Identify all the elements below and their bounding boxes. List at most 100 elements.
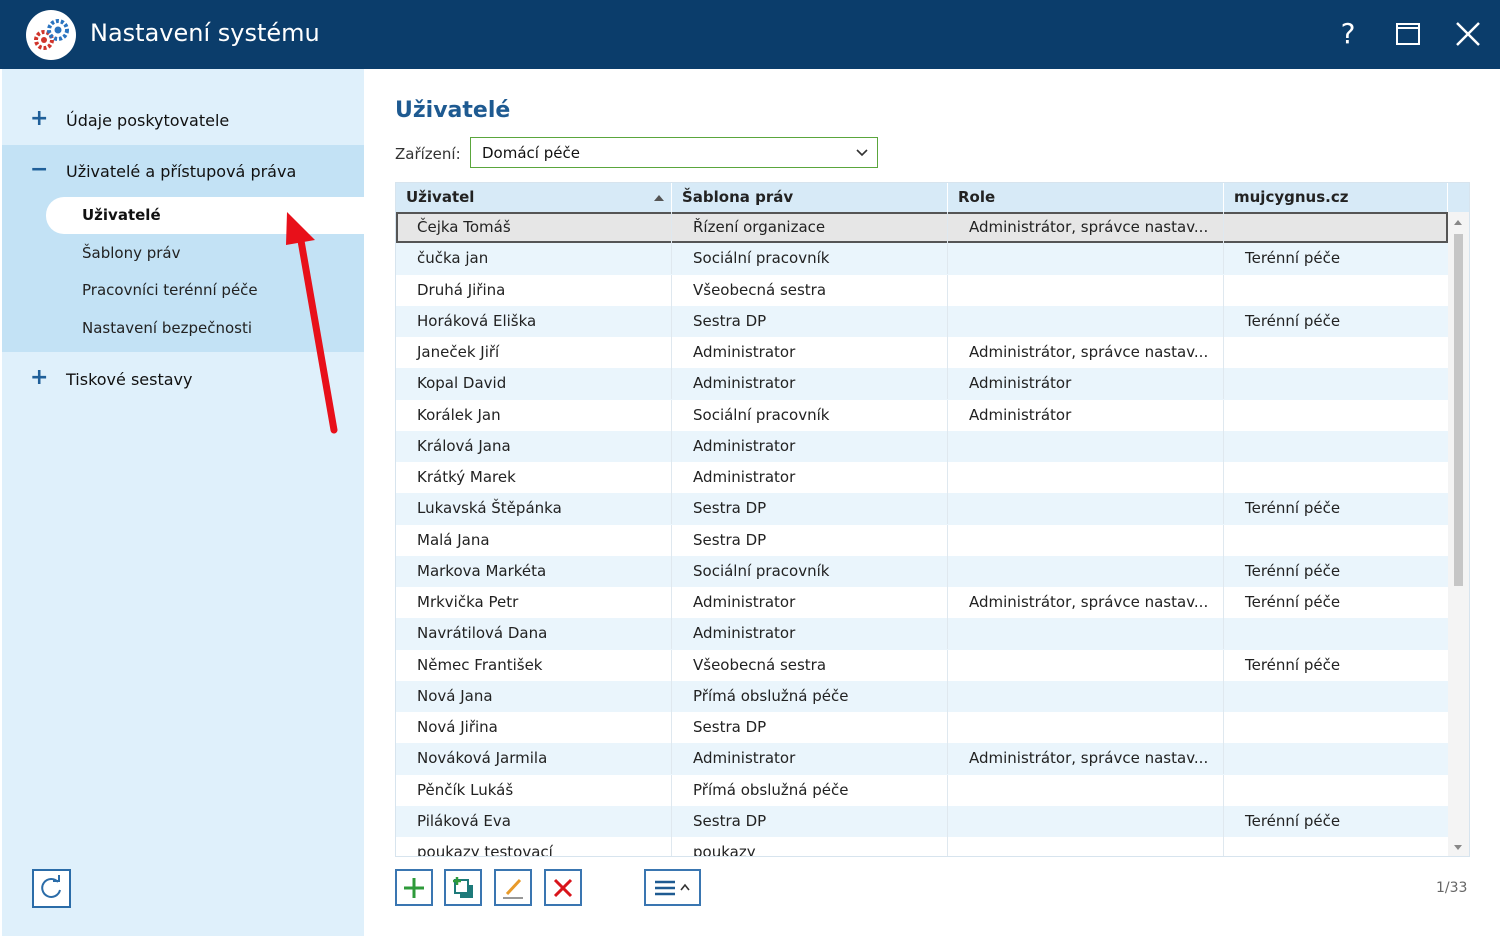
table-cell-role — [948, 243, 1224, 275]
column-header-user[interactable]: Uživatel — [396, 183, 672, 212]
table-cell-portal: Terénní péče — [1245, 811, 1341, 830]
table-cell-template: Sociální pracovník — [672, 243, 948, 275]
table-cell-user: čučka jan — [396, 243, 672, 275]
table-cell-user: Piláková Eva — [396, 805, 672, 837]
table-cell-user: Navrátilová Dana — [396, 618, 672, 650]
table-row[interactable]: Markova Markéta Sociální pracovník Terénní… — [396, 555, 1448, 587]
table-cell-template: Administrator — [672, 587, 948, 618]
table-cell-role: Administrátor, správce nastav... — [948, 743, 1224, 775]
add-button[interactable] — [395, 869, 433, 906]
table-row[interactable]: Nováková Jarmila Administrator Administrát… — [396, 743, 1448, 775]
table-cell-template: Sestra DP — [672, 305, 948, 337]
table-cell-role — [948, 680, 1224, 712]
users-table: Uživatel Šablona práv Role mujcygnus.cz … — [395, 182, 1470, 857]
table-cell-role — [948, 712, 1224, 743]
table-cell-portal — [1224, 337, 1448, 368]
table-cell-role — [948, 837, 1224, 856]
table-row[interactable]: Krátký Marek Administrator — [396, 462, 1448, 493]
table-cell-template: Přímá obslužná péče — [672, 680, 948, 712]
refresh-button[interactable] — [32, 869, 71, 908]
table-cell-template: Všeobecná sestra — [672, 274, 948, 306]
table-row[interactable]: Janeček Jiří Administrator Administrátor, … — [396, 337, 1448, 368]
scroll-up-icon[interactable] — [1454, 220, 1462, 225]
table-cell-user: Králová Jana — [396, 430, 672, 462]
table-cell-portal — [1224, 368, 1448, 399]
table-row[interactable]: Horáková Eliška Sestra DP Terénní péče — [396, 305, 1448, 337]
table-cell-template: Všeobecná sestra — [672, 649, 948, 681]
delete-button[interactable] — [544, 869, 582, 906]
facility-label: Zařízení: — [395, 145, 461, 163]
table-cell-user: poukazy testovací — [396, 837, 672, 856]
more-menu-button[interactable] — [644, 869, 701, 906]
table-cell-role: Administrátor, správce nastav... — [948, 587, 1224, 618]
table-cell-portal — [1224, 400, 1448, 431]
chevron-down-icon — [856, 149, 868, 157]
table-cell-role — [948, 274, 1224, 306]
copy-add-button[interactable] — [444, 869, 482, 906]
vertical-scrollbar[interactable] — [1448, 212, 1469, 856]
table-row[interactable]: Pěnčík Lukáš Přímá obslužná péče — [396, 774, 1448, 806]
sidebar-subitem-field-care-workers[interactable]: Pracovníci terénní péče — [82, 281, 258, 299]
table-cell-portal — [1224, 212, 1448, 243]
window-title: Nastavení systému — [90, 19, 320, 47]
table-cell-role — [948, 462, 1224, 493]
table-row[interactable]: Čejka Tomáš Řízení organizace Administráto… — [396, 212, 1448, 244]
table-row[interactable]: Piláková Eva Sestra DP Terénní péče — [396, 805, 1448, 837]
table-row[interactable]: poukazy testovací poukazy — [396, 837, 1448, 856]
table-cell-user: Lukavská Štěpánka — [396, 493, 672, 525]
table-row[interactable]: Lukavská Štěpánka Sestra DP Terénní péče — [396, 493, 1448, 525]
table-row[interactable]: Navrátilová Dana Administrator — [396, 618, 1448, 650]
table-cell-role — [948, 555, 1224, 587]
table-cell-role — [948, 305, 1224, 337]
help-button[interactable]: ? — [1330, 16, 1366, 52]
table-cell-user: Krátký Marek — [396, 462, 672, 493]
sort-ascending-icon — [654, 195, 664, 201]
table-cell-template: Administrator — [672, 743, 948, 775]
table-cell-portal — [1224, 681, 1448, 712]
sidebar-item-label: Uživatelé a přístupová práva — [66, 162, 297, 181]
table-row[interactable]: Kopal David Administrator Administrátor — [396, 368, 1448, 400]
sidebar-item-provider-details[interactable]: + Údaje poskytovatele — [2, 96, 364, 146]
table-cell-template: Administrator — [672, 430, 948, 462]
maximize-button[interactable] — [1390, 16, 1426, 52]
table-cell-role: Administrátor, správce nastav... — [948, 212, 1224, 243]
table-row[interactable]: Korálek Jan Sociální pracovník Administrát… — [396, 399, 1448, 431]
title-bar: Nastavení systému ? — [0, 0, 1500, 69]
minus-icon: − — [30, 157, 49, 182]
table-cell-portal: Terénní péče — [1245, 499, 1341, 518]
table-row[interactable]: Malá Jana Sestra DP — [396, 524, 1448, 556]
table-cell-portal — [1224, 775, 1448, 806]
sidebar-item-users-and-rights[interactable]: − Uživatelé a přístupová práva — [2, 147, 364, 197]
close-button[interactable] — [1450, 16, 1486, 52]
column-header-role[interactable]: Role — [948, 183, 1224, 212]
table-row[interactable]: Nová Jiřina Sestra DP — [396, 712, 1448, 743]
table-row[interactable]: Nová Jana Přímá obslužná péče — [396, 680, 1448, 712]
table-cell-role — [948, 649, 1224, 681]
table-row[interactable]: Mrkvička Petr Administrator Administrátor,… — [396, 587, 1448, 618]
sidebar-subitem-rights-templates[interactable]: Šablony práv — [82, 244, 181, 262]
column-header-portal[interactable]: mujcygnus.cz — [1224, 183, 1448, 212]
edit-button[interactable] — [494, 869, 532, 906]
table-cell-role — [948, 774, 1224, 806]
table-cell-role — [948, 524, 1224, 556]
table-cell-template: Sestra DP — [672, 805, 948, 837]
table-row[interactable]: Králová Jana Administrator — [396, 430, 1448, 462]
scrollbar-thumb[interactable] — [1454, 234, 1463, 586]
add-icon — [404, 878, 424, 898]
facility-select[interactable]: Domácí péče — [470, 137, 878, 168]
table-cell-user: Nová Jana — [396, 680, 672, 712]
column-header-template[interactable]: Šablona práv — [672, 183, 948, 212]
table-cell-portal — [1224, 462, 1448, 493]
table-cell-role: Administrátor, správce nastav... — [948, 337, 1224, 368]
table-row[interactable]: čučka jan Sociální pracovník Terénní péče — [396, 243, 1448, 275]
table-cell-user: Korálek Jan — [396, 399, 672, 431]
table-cell-template: Sestra DP — [672, 493, 948, 525]
table-cell-user: Čejka Tomáš — [396, 212, 672, 243]
table-cell-portal — [1224, 525, 1448, 556]
scroll-down-icon[interactable] — [1454, 845, 1462, 850]
table-row[interactable]: Němec František Všeobecná sestra Terénní p… — [396, 649, 1448, 681]
table-cell-user: Malá Jana — [396, 524, 672, 556]
sidebar-subitem-security-settings[interactable]: Nastavení bezpečnosti — [82, 319, 252, 337]
facility-select-value: Domácí péče — [482, 144, 580, 162]
table-row[interactable]: Druhá Jiřina Všeobecná sestra — [396, 274, 1448, 306]
